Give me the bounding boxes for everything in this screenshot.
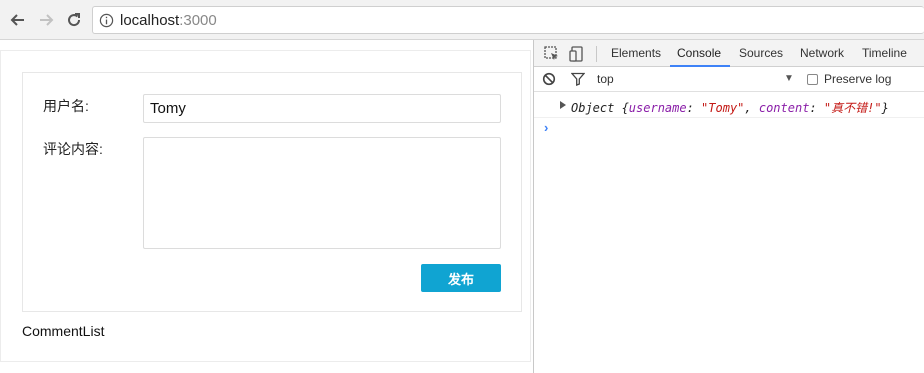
arrow-left-icon bbox=[10, 14, 24, 26]
context-selector[interactable]: top bbox=[597, 72, 614, 86]
tab-network[interactable]: Network bbox=[800, 46, 844, 60]
tab-elements[interactable]: Elements bbox=[611, 46, 661, 60]
devtools-tab-bar: Elements Console Sources Network Timelin… bbox=[534, 40, 924, 67]
address-bar[interactable]: localhost:3000 bbox=[92, 6, 924, 34]
tab-timeline[interactable]: Timeline bbox=[862, 46, 907, 60]
preserve-log-checkbox[interactable] bbox=[807, 74, 818, 85]
tab-console[interactable]: Console bbox=[677, 46, 721, 60]
page-content: 用户名: 评论内容: 发布 CommentList bbox=[0, 50, 533, 373]
comment-form: 用户名: 评论内容: 发布 bbox=[22, 72, 522, 312]
username-input[interactable] bbox=[143, 94, 501, 123]
preserve-log-label: Preserve log bbox=[824, 72, 892, 86]
device-toggle-icon[interactable] bbox=[568, 45, 586, 63]
console-output: Object {username: "Tomy", content: "真不错!… bbox=[534, 93, 924, 373]
clear-console-icon[interactable] bbox=[542, 72, 556, 86]
username-label: 用户名: bbox=[43, 98, 89, 114]
log-object-text: Object {username: "Tomy", content: "真不错!… bbox=[571, 101, 889, 115]
url-text: localhost:3000 bbox=[120, 12, 217, 29]
devtools-panel: Elements Console Sources Network Timelin… bbox=[533, 40, 924, 373]
info-icon bbox=[99, 13, 114, 28]
console-toolbar: top ▼ Preserve log bbox=[534, 68, 924, 92]
active-tab-indicator bbox=[670, 65, 730, 67]
toolbar-divider bbox=[596, 46, 597, 62]
expand-triangle-icon[interactable] bbox=[560, 101, 566, 109]
tab-sources[interactable]: Sources bbox=[739, 46, 783, 60]
arrow-right-icon bbox=[40, 14, 54, 26]
filter-icon[interactable] bbox=[571, 72, 585, 86]
context-dropdown-icon[interactable]: ▼ bbox=[784, 73, 794, 84]
submit-button[interactable]: 发布 bbox=[421, 264, 501, 292]
console-log-entry[interactable]: Object {username: "Tomy", content: "真不错!… bbox=[534, 93, 924, 118]
back-button[interactable] bbox=[6, 8, 30, 32]
reload-icon bbox=[68, 13, 81, 27]
forward-button[interactable] bbox=[34, 8, 58, 32]
app-container: 用户名: 评论内容: 发布 CommentList bbox=[0, 50, 531, 362]
content-label: 评论内容: bbox=[43, 141, 103, 157]
console-prompt[interactable]: › bbox=[544, 120, 548, 135]
comment-list-title: CommentList bbox=[22, 323, 105, 339]
browser-toolbar: localhost:3000 bbox=[0, 0, 924, 40]
reload-button[interactable] bbox=[62, 8, 86, 32]
content-textarea[interactable] bbox=[143, 137, 501, 249]
inspect-element-icon[interactable] bbox=[543, 45, 561, 63]
